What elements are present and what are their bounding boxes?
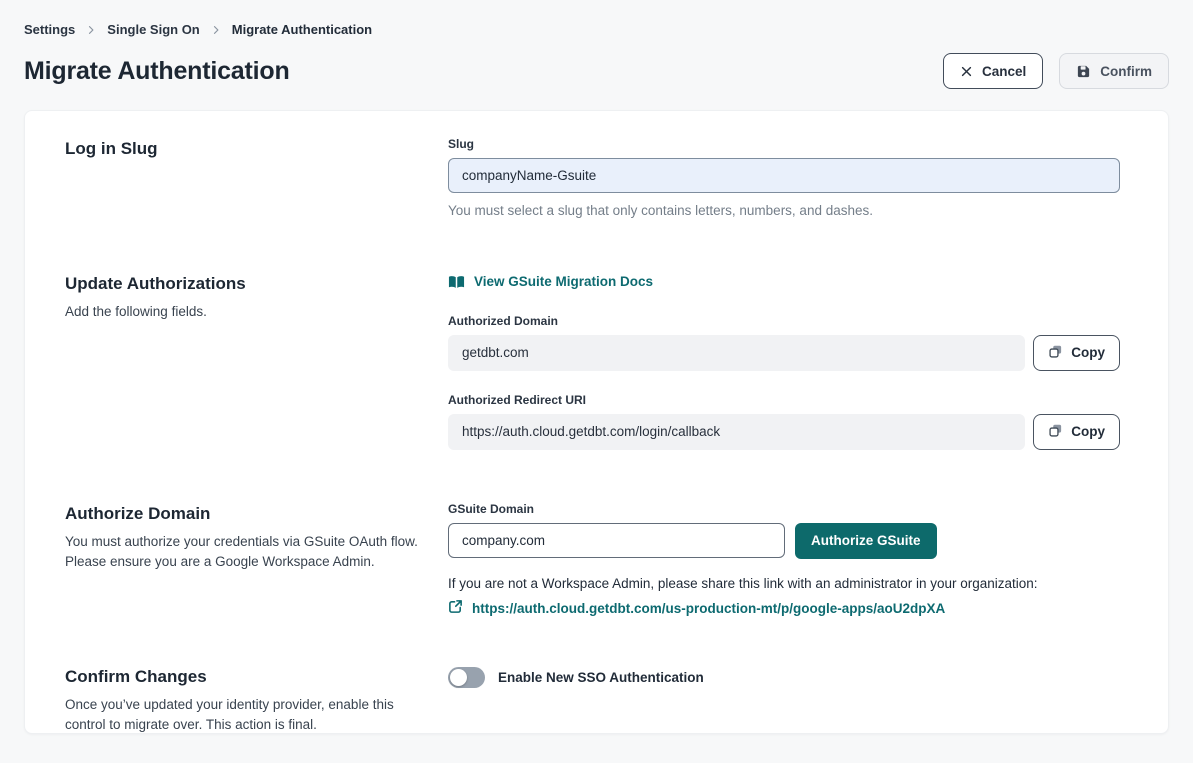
confirm-button-label: Confirm	[1100, 64, 1152, 79]
page: Settings Single Sign On Migrate Authenti…	[0, 0, 1193, 763]
slug-label: Slug	[448, 137, 1120, 151]
docs-link-label: View GSuite Migration Docs	[474, 274, 653, 289]
authorized-domain-field[interactable]	[448, 335, 1025, 371]
save-icon	[1076, 64, 1091, 79]
copy-icon	[1048, 423, 1063, 441]
share-link-row: https://auth.cloud.getdbt.com/us-product…	[448, 599, 1120, 619]
update-auth-heading: Update Authorizations	[65, 274, 418, 294]
copy-button-label: Copy	[1071, 345, 1105, 360]
external-link-icon	[448, 599, 463, 619]
gsuite-domain-label: GSuite Domain	[448, 502, 1120, 516]
enable-sso-toggle[interactable]	[448, 667, 485, 688]
header-actions: Cancel Confirm	[943, 53, 1169, 89]
confirm-changes-description: Once you’ve updated your identity provid…	[65, 695, 401, 735]
admin-share-link[interactable]: https://auth.cloud.getdbt.com/us-product…	[472, 601, 945, 616]
authorize-domain-heading: Authorize Domain	[65, 504, 418, 524]
copy-redirect-uri-button[interactable]: Copy	[1033, 414, 1120, 450]
enable-sso-toggle-row: Enable New SSO Authentication	[448, 667, 1120, 688]
breadcrumb-single-sign-on[interactable]: Single Sign On	[107, 22, 199, 37]
cancel-button-label: Cancel	[982, 64, 1026, 79]
update-auth-description: Add the following fields.	[65, 302, 418, 322]
slug-helper-text: You must select a slug that only contain…	[448, 203, 1120, 218]
login-slug-heading: Log in Slug	[65, 139, 418, 159]
authorized-redirect-uri-label: Authorized Redirect URI	[448, 393, 1120, 407]
authorize-gsuite-button[interactable]: Authorize GSuite	[795, 523, 937, 559]
section-authorize-domain: Authorize Domain You must authorize your…	[65, 502, 1120, 619]
authorized-redirect-uri-field[interactable]	[448, 414, 1025, 450]
copy-icon	[1048, 344, 1063, 362]
breadcrumb-migrate-authentication: Migrate Authentication	[232, 22, 372, 37]
page-title: Migrate Authentication	[24, 57, 290, 86]
header-row: Migrate Authentication Cancel	[24, 53, 1169, 89]
section-update-authorizations: Update Authorizations Add the following …	[65, 272, 1120, 450]
confirm-changes-heading: Confirm Changes	[65, 667, 418, 687]
gsuite-domain-row: Authorize GSuite	[448, 523, 1120, 559]
section-confirm-changes: Confirm Changes Once you’ve updated your…	[65, 665, 1120, 735]
authorized-domain-row: Copy	[448, 335, 1120, 371]
toggle-knob	[450, 669, 467, 686]
section-login-slug: Log in Slug Slug You must select a slug …	[65, 137, 1120, 218]
workspace-admin-note: If you are not a Workspace Admin, please…	[448, 576, 1120, 591]
authorize-domain-description: You must authorize your credentials via …	[65, 532, 418, 572]
copy-button-label: Copy	[1071, 424, 1105, 439]
authorized-redirect-uri-row: Copy	[448, 414, 1120, 450]
confirm-button[interactable]: Confirm	[1059, 53, 1169, 89]
cancel-button[interactable]: Cancel	[943, 53, 1043, 89]
topbar: Settings Single Sign On Migrate Authenti…	[0, 0, 1193, 89]
slug-input[interactable]	[448, 158, 1120, 193]
close-icon	[960, 65, 973, 78]
migrate-auth-card: Log in Slug Slug You must select a slug …	[24, 110, 1169, 734]
chevron-right-icon	[85, 24, 97, 36]
gsuite-domain-input[interactable]	[448, 523, 785, 558]
authorized-domain-label: Authorized Domain	[448, 314, 1120, 328]
breadcrumb: Settings Single Sign On Migrate Authenti…	[24, 22, 1169, 37]
enable-sso-toggle-label: Enable New SSO Authentication	[498, 670, 704, 685]
gsuite-migration-docs-link[interactable]: View GSuite Migration Docs	[448, 274, 653, 289]
chevron-right-icon	[210, 24, 222, 36]
book-icon	[448, 275, 465, 289]
copy-authorized-domain-button[interactable]: Copy	[1033, 335, 1120, 371]
breadcrumb-settings[interactable]: Settings	[24, 22, 75, 37]
